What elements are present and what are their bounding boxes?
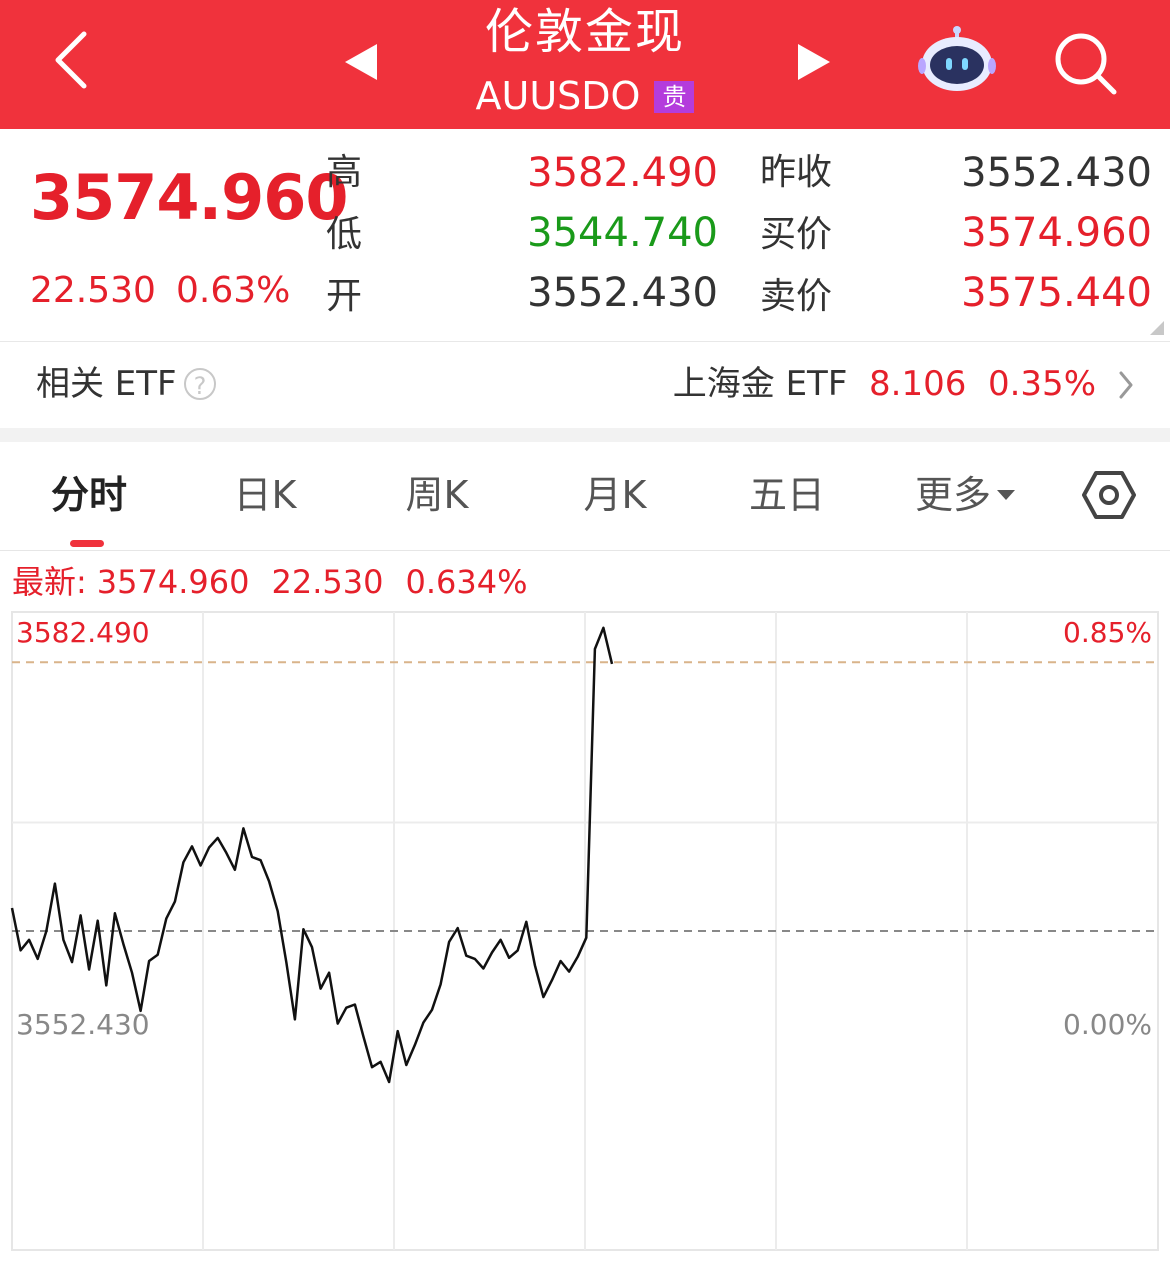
next-symbol-icon[interactable] <box>796 44 832 80</box>
etf-quote[interactable]: 上海金 ETF 8.106 0.35% <box>673 360 1096 408</box>
settings-hexagon-icon[interactable] <box>1082 470 1136 520</box>
robot-assistant-icon[interactable] <box>918 24 996 94</box>
dropdown-caret-icon <box>997 490 1015 500</box>
prev-close-value: 3552.430 <box>961 150 1152 196</box>
low-value: 3544.740 <box>527 210 718 256</box>
tab-weekly-k[interactable]: 周K <box>392 470 482 520</box>
tab-more-label: 更多 <box>914 473 991 517</box>
bid-value: 3574.960 <box>961 210 1152 256</box>
tab-five-day[interactable]: 五日 <box>742 470 832 520</box>
open-label: 开 <box>326 276 363 317</box>
tab-daily-k[interactable]: 日K <box>220 470 310 520</box>
ask-value: 3575.440 <box>961 270 1152 316</box>
related-etf-row[interactable]: 相关 ETF ? 上海金 ETF 8.106 0.35% <box>0 342 1170 428</box>
help-icon[interactable]: ? <box>184 368 216 400</box>
symbol-label: AUUSDO <box>475 74 641 118</box>
latest-label: 最新: <box>12 563 87 601</box>
latest-price: 3574.960 <box>96 563 250 601</box>
tab-intraday[interactable]: 分时 <box>44 470 134 520</box>
high-value: 3582.490 <box>527 150 718 196</box>
chart-canvas <box>10 611 1159 1251</box>
y-tick-mid-price: 3552.430 <box>16 1008 150 1041</box>
bid-label: 买价 <box>760 214 833 255</box>
y-tick-mid-pct: 0.00% <box>1063 1008 1152 1041</box>
back-arrow-icon[interactable] <box>52 30 92 90</box>
price-change: 22.530 <box>30 270 156 311</box>
title-bar: 伦敦金现 AUUSDO 贵 <box>0 0 1170 129</box>
quote-panel: 3574.960 22.530 0.63% 高 低 开 3582.490 354… <box>0 129 1170 341</box>
intraday-chart[interactable]: 3582.490 0.85% 3552.430 0.00% <box>0 610 1170 1258</box>
tab-more[interactable]: 更多 <box>900 470 1030 520</box>
y-tick-top-price: 3582.490 <box>16 616 150 649</box>
open-value: 3552.430 <box>527 270 718 316</box>
last-price: 3574.960 <box>30 161 349 234</box>
latest-change: 22.530 <box>271 563 384 601</box>
category-badge: 贵 <box>654 81 695 113</box>
etf-price: 8.106 <box>869 364 967 404</box>
etf-pct: 0.35% <box>987 364 1096 404</box>
symbol-code: AUUSDO 贵 <box>400 74 770 118</box>
high-label: 高 <box>326 152 363 193</box>
related-etf-label: 相关 ETF <box>36 364 177 404</box>
y-tick-top-pct: 0.85% <box>1063 616 1152 649</box>
ask-label: 卖价 <box>760 276 833 317</box>
prev-close-label: 昨收 <box>760 152 833 193</box>
latest-pct: 0.634% <box>405 563 528 601</box>
etf-name: 上海金 ETF <box>672 364 848 404</box>
latest-quote-line: 最新: 3574.960 22.530 0.634% <box>12 562 549 602</box>
low-label: 低 <box>326 214 363 255</box>
tab-monthly-k[interactable]: 月K <box>570 470 660 520</box>
chart-tab-bar: 分时 日K 周K 月K 五日 更多 <box>0 442 1170 551</box>
chevron-right-icon[interactable] <box>1118 370 1134 400</box>
expand-corner-icon[interactable] <box>1150 321 1164 335</box>
section-gap <box>0 428 1170 442</box>
prev-symbol-icon[interactable] <box>343 44 379 80</box>
active-tab-indicator <box>70 540 104 547</box>
price-change-percent: 0.63% <box>176 270 291 311</box>
page-title: 伦敦金现 <box>484 4 685 60</box>
search-icon[interactable] <box>1052 30 1118 96</box>
